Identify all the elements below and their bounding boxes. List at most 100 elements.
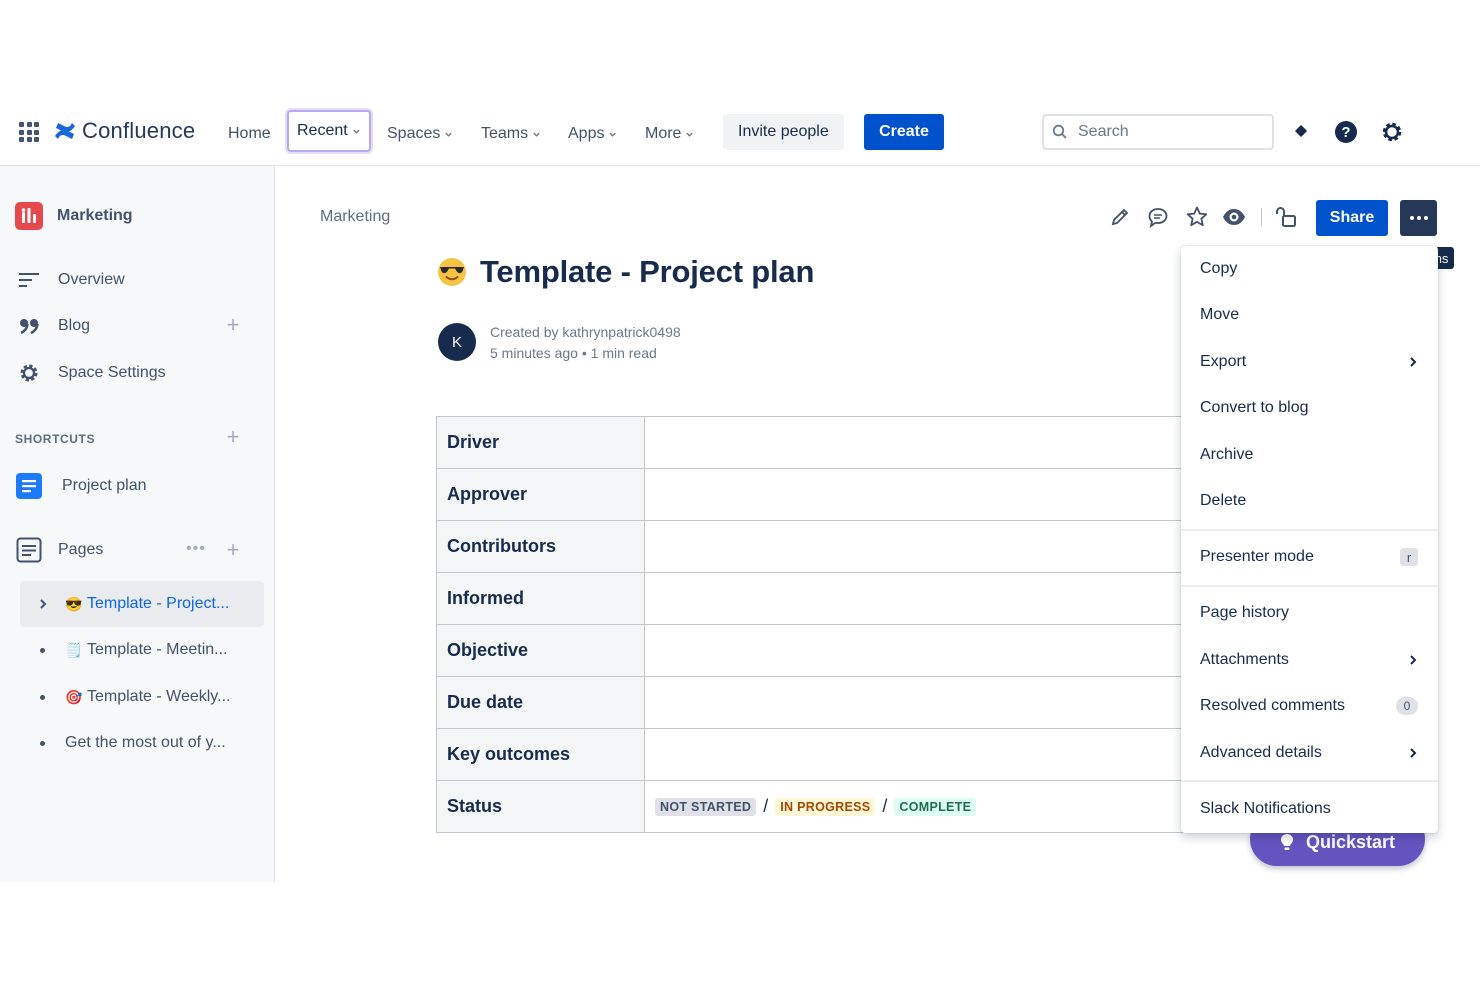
shortcuts-heading: SHORTCUTS <box>15 432 96 446</box>
menu-item-page-history[interactable]: Page history <box>1181 590 1438 636</box>
help-icon[interactable]: ? <box>1334 120 1358 144</box>
app-switcher-icon[interactable] <box>19 122 39 142</box>
add-blog-icon[interactable]: + <box>224 314 242 336</box>
chevron-down-icon <box>353 129 360 134</box>
status-lozenge-not-started[interactable]: NOT STARTED <box>655 797 757 816</box>
menu-item-resolved-comments[interactable]: Resolved comments 0 <box>1181 683 1438 729</box>
menu-item-label: Resolved comments <box>1200 697 1345 714</box>
pages-icon <box>16 537 42 563</box>
menu-item-label: Slack Notifications <box>1200 800 1331 817</box>
menu-divider <box>1181 585 1438 587</box>
tree-item-template-meeting[interactable]: 🗒️ Template - Meetin... <box>20 627 264 673</box>
create-button[interactable]: Create <box>864 114 944 150</box>
bullet-icon <box>20 647 65 653</box>
tree-item-label: Get the most out of y... <box>65 734 226 751</box>
lightbulb-icon <box>1280 834 1293 850</box>
menu-item-label: Convert to blog <box>1200 399 1309 416</box>
nav-recent[interactable]: Recent <box>287 110 371 152</box>
menu-item-delete[interactable]: Delete <box>1181 478 1438 524</box>
tree-item-get-the-most[interactable]: Get the most out of y... <box>20 720 264 766</box>
search-box[interactable] <box>1042 114 1274 150</box>
page-age: 5 minutes ago <box>490 345 578 361</box>
status-lozenge-in-progress[interactable]: IN PROGRESS <box>775 797 876 816</box>
more-actions-button[interactable] <box>1400 200 1437 236</box>
menu-divider <box>1181 780 1438 782</box>
avatar[interactable]: K <box>438 323 476 361</box>
notifications-icon[interactable] <box>1288 120 1312 144</box>
chevron-right-icon[interactable] <box>20 598 65 610</box>
sidebar-item-label: Pages <box>58 541 104 558</box>
menu-item-advanced-details[interactable]: Advanced details <box>1181 730 1438 776</box>
chevron-right-icon <box>1410 748 1417 758</box>
document-icon <box>16 473 42 499</box>
slash-separator: / <box>882 796 888 817</box>
pages-more-icon[interactable]: ••• <box>186 540 206 558</box>
nav-teams[interactable]: Teams <box>473 116 549 152</box>
menu-item-label: Page history <box>1200 604 1289 621</box>
tree-item-label: Template - Project... <box>87 595 230 612</box>
search-input[interactable] <box>1078 123 1258 141</box>
menu-item-slack-notifications[interactable]: Slack Notifications <box>1181 786 1438 832</box>
menu-item-label: Delete <box>1200 492 1247 509</box>
tree-item-label: Template - Weekly... <box>87 688 231 705</box>
property-key: Informed <box>436 572 645 625</box>
menu-item-label: Copy <box>1200 260 1238 277</box>
sidebar-item-label: Overview <box>58 271 125 288</box>
menu-item-attachments[interactable]: Attachments <box>1181 637 1438 683</box>
nav-spaces[interactable]: Spaces <box>379 116 461 152</box>
tree-item-template-weekly[interactable]: 🎯 Template - Weekly... <box>20 674 264 720</box>
settings-icon[interactable] <box>1380 120 1404 144</box>
nav-apps[interactable]: Apps <box>560 116 625 152</box>
chevron-down-icon <box>609 132 617 137</box>
menu-item-presenter-mode[interactable]: Presenter mode r <box>1181 534 1438 580</box>
share-button[interactable]: Share <box>1316 200 1388 236</box>
sidebar-item-label: Blog <box>58 317 91 334</box>
shortcut-project-plan[interactable]: Project plan <box>16 473 147 499</box>
space-header[interactable]: Marketing <box>15 202 133 230</box>
menu-item-move[interactable]: Move <box>1181 292 1438 338</box>
byline-text: Created by kathrynpatrick0498 5 minutes … <box>490 322 681 364</box>
chevron-down-icon <box>445 132 453 137</box>
nav-home[interactable]: Home <box>220 116 279 152</box>
property-key: Approver <box>436 468 645 521</box>
status-lozenge-complete[interactable]: COMPLETE <box>894 797 977 816</box>
comment-icon[interactable] <box>1145 204 1171 230</box>
star-icon[interactable] <box>1184 204 1210 230</box>
edit-icon[interactable] <box>1107 204 1133 230</box>
shortcut-label: Project plan <box>62 477 147 494</box>
sidebar-item-space-settings[interactable]: Space Settings <box>16 361 166 385</box>
sidebar-item-blog[interactable]: Blog <box>16 314 90 338</box>
invite-people-button[interactable]: Invite people <box>723 114 844 150</box>
app-name: Confluence <box>82 118 196 143</box>
confluence-logo-icon <box>55 123 75 139</box>
property-key: Status <box>436 780 645 833</box>
sunglasses-emoji-icon <box>438 258 466 286</box>
menu-item-label: Archive <box>1200 446 1254 463</box>
count-badge: 0 <box>1396 697 1418 715</box>
created-by: Created by kathrynpatrick0498 <box>490 324 681 340</box>
menu-item-export[interactable]: Export <box>1181 339 1438 385</box>
separator-dot: • <box>581 345 591 361</box>
add-page-icon[interactable]: + <box>224 539 242 561</box>
top-navigation: Confluence Home Recent Spaces Teams Apps… <box>0 98 1480 166</box>
sidebar-item-overview[interactable]: Overview <box>16 268 125 292</box>
nav-more[interactable]: More <box>637 116 702 152</box>
property-key: Driver <box>436 416 645 469</box>
nav-apps-label: Apps <box>568 125 605 142</box>
restrictions-unlock-icon[interactable] <box>1273 204 1299 230</box>
sidebar-item-pages[interactable]: Pages <box>16 537 104 563</box>
sidebar: Marketing Overview Blog + Space Settings… <box>0 166 275 882</box>
menu-item-archive[interactable]: Archive <box>1181 432 1438 478</box>
page-title: Template - Project plan <box>480 254 815 289</box>
property-key: Objective <box>436 624 645 677</box>
title-row: Template - Project plan <box>436 254 814 290</box>
tree-item-template-project[interactable]: 😎 Template - Project... <box>20 581 264 627</box>
confluence-logo[interactable]: Confluence <box>54 118 195 144</box>
property-key: Contributors <box>436 520 645 573</box>
add-shortcut-icon[interactable]: + <box>224 426 242 448</box>
watch-icon[interactable] <box>1221 204 1247 230</box>
keyboard-shortcut: r <box>1400 548 1418 566</box>
menu-item-convert-to-blog[interactable]: Convert to blog <box>1181 385 1438 431</box>
breadcrumb[interactable]: Marketing <box>320 208 390 226</box>
menu-item-copy[interactable]: Copy <box>1181 246 1438 292</box>
